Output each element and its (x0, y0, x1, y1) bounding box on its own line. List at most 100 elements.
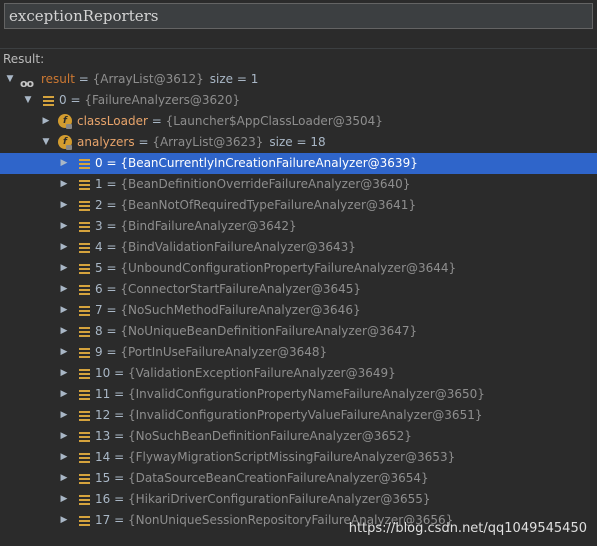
list-item-icon (79, 495, 90, 505)
tree-row-text: 10 = {ValidationExceptionFailureAnalyzer… (95, 363, 396, 384)
item-index: 14 (95, 450, 111, 464)
tree-row-analyzer-0[interactable]: ▶ 0 = {BeanCurrentlyInCreationFailureAnal… (0, 153, 597, 174)
item-value: {BeanDefinitionOverrideFailureAnalyzer@3… (120, 177, 411, 191)
item-index: 0 (95, 156, 103, 170)
variable-name: result (41, 72, 75, 86)
item-value: {BindValidationFailureAnalyzer@3643} (120, 240, 356, 254)
item-value: {InvalidConfigurationPropertyNameFailure… (127, 387, 485, 401)
tree-row-analyzer-4[interactable]: ▶ 4 = {BindValidationFailureAnalyzer@3643… (0, 237, 597, 258)
list-item-icon (79, 264, 90, 274)
tree-row-analyzer-5[interactable]: ▶ 5 = {UnboundConfigurationPropertyFailur… (0, 258, 597, 279)
equals-sign: = (110, 492, 128, 506)
item-index: 3 (95, 219, 103, 233)
tree-row-analyzer-8[interactable]: ▶ 8 = {NoUniqueBeanDefinitionFailureAnaly… (0, 321, 597, 342)
item-value: {HikariDriverConfigurationFailureAnalyze… (127, 492, 431, 506)
tree-row-item-0[interactable]: ▼ 0 = {FailureAnalyzers@3620} (0, 90, 597, 111)
item-index: 15 (95, 471, 111, 485)
tree-row-text: 14 = {FlywayMigrationScriptMissingFailur… (95, 447, 455, 468)
tree-row-text: 8 = {NoUniqueBeanDefinitionFailureAnalyz… (95, 321, 417, 342)
tree-row-analyzer-6[interactable]: ▶ 6 = {ConnectorStartFailureAnalyzer@3645… (0, 279, 597, 300)
expanded-arrow-icon[interactable]: ▼ (40, 132, 52, 153)
equals-sign: = (102, 345, 121, 359)
collapsed-arrow-icon[interactable]: ▶ (58, 405, 70, 426)
expanded-arrow-icon[interactable]: ▼ (22, 90, 34, 111)
collapsed-arrow-icon[interactable]: ▶ (58, 279, 70, 300)
equals-sign: = (102, 177, 121, 191)
tree-row-classloader[interactable]: ▶ f classLoader = {Launcher$AppClassLoad… (0, 111, 597, 132)
field-size: size = 18 (269, 135, 326, 149)
tree-row-text: 1 = {BeanDefinitionOverrideFailureAnalyz… (95, 174, 410, 195)
collapsed-arrow-icon[interactable]: ▶ (58, 258, 70, 279)
lock-icon (66, 124, 72, 129)
collapsed-arrow-icon[interactable]: ▶ (58, 342, 70, 363)
collapsed-arrow-icon[interactable]: ▶ (58, 363, 70, 384)
equals-sign: = (74, 72, 93, 86)
item-value: {NoUniqueBeanDefinitionFailureAnalyzer@3… (120, 324, 418, 338)
collapsed-arrow-icon[interactable]: ▶ (58, 510, 70, 531)
tree-row-text: 11 = {InvalidConfigurationPropertyNameFa… (95, 384, 485, 405)
tree-row-text: classLoader = {Launcher$AppClassLoader@3… (77, 111, 383, 132)
collapsed-arrow-icon[interactable]: ▶ (58, 237, 70, 258)
collapsed-arrow-icon[interactable]: ▶ (58, 384, 70, 405)
collapsed-arrow-icon[interactable]: ▶ (58, 216, 70, 237)
tree-row-analyzer-15[interactable]: ▶ 15 = {DataSourceBeanCreationFailureAnal… (0, 468, 597, 489)
item-value: {UnboundConfigurationPropertyFailureAnal… (120, 261, 457, 275)
collapsed-arrow-icon[interactable]: ▶ (58, 468, 70, 489)
tree-row-analyzer-14[interactable]: ▶ 14 = {FlywayMigrationScriptMissingFailu… (0, 447, 597, 468)
item-value: {FlywayMigrationScriptMissingFailureAnal… (127, 450, 456, 464)
equals-sign: = (147, 114, 166, 128)
item-value: {FailureAnalyzers@3620} (84, 93, 241, 107)
tree-row-analyzer-12[interactable]: ▶ 12 = {InvalidConfigurationPropertyValue… (0, 405, 597, 426)
item-value: {ValidationExceptionFailureAnalyzer@3649… (127, 366, 396, 380)
collapsed-arrow-icon[interactable]: ▶ (58, 300, 70, 321)
collapsed-arrow-icon[interactable]: ▶ (58, 447, 70, 468)
list-item-icon (79, 201, 90, 211)
collapsed-arrow-icon[interactable]: ▶ (40, 111, 52, 132)
collapsed-arrow-icon[interactable]: ▶ (58, 321, 70, 342)
equals-sign: = (102, 282, 121, 296)
item-value: {BeanNotOfRequiredTypeFailureAnalyzer@36… (120, 198, 417, 212)
collapsed-arrow-icon[interactable]: ▶ (58, 489, 70, 510)
tree-row-analyzer-10[interactable]: ▶ 10 = {ValidationExceptionFailureAnalyze… (0, 363, 597, 384)
tree-row-analyzer-7[interactable]: ▶ 7 = {NoSuchMethodFailureAnalyzer@3646} (0, 300, 597, 321)
watermark: https://blog.csdn.net/qq1049545450 (348, 521, 587, 536)
list-item-icon (79, 453, 90, 463)
collapsed-arrow-icon[interactable]: ▶ (58, 195, 70, 216)
tree-row-analyzer-1[interactable]: ▶ 1 = {BeanDefinitionOverrideFailureAnaly… (0, 174, 597, 195)
tree-row-analyzer-16[interactable]: ▶ 16 = {HikariDriverConfigurationFailureA… (0, 489, 597, 510)
item-value: {NoSuchMethodFailureAnalyzer@3646} (120, 303, 361, 317)
item-value: {NoSuchBeanDefinitionFailureAnalyzer@365… (127, 429, 412, 443)
list-item-icon (79, 432, 90, 442)
tree-row-analyzers[interactable]: ▼ f analyzers = {ArrayList@3623} size = 1… (0, 132, 597, 153)
item-index: 4 (95, 240, 103, 254)
expression-input[interactable]: exceptionReporters (4, 3, 593, 29)
equals-sign: = (110, 450, 128, 464)
collapsed-arrow-icon[interactable]: ▶ (58, 174, 70, 195)
watch-glasses-icon: oo (20, 77, 34, 90)
equals-sign: = (102, 303, 121, 317)
list-item-icon (79, 327, 90, 337)
collapsed-arrow-icon[interactable]: ▶ (58, 426, 70, 447)
item-index: 5 (95, 261, 103, 275)
item-value: {InvalidConfigurationPropertyValueFailur… (127, 408, 483, 422)
tree-row-analyzer-13[interactable]: ▶ 13 = {NoSuchBeanDefinitionFailureAnalyz… (0, 426, 597, 447)
result-label: Result: (3, 52, 45, 66)
item-index: 7 (95, 303, 103, 317)
tree-row-analyzer-11[interactable]: ▶ 11 = {InvalidConfigurationPropertyNameF… (0, 384, 597, 405)
field-value: {ArrayList@3623} (152, 135, 264, 149)
list-item-icon (43, 96, 54, 106)
variable-size: size = 1 (209, 72, 259, 86)
list-item-icon (79, 369, 90, 379)
equals-sign: = (102, 261, 121, 275)
list-item-icon (79, 285, 90, 295)
list-item-icon (79, 159, 90, 169)
item-index: 13 (95, 429, 111, 443)
tree-row-analyzer-2[interactable]: ▶ 2 = {BeanNotOfRequiredTypeFailureAnalyz… (0, 195, 597, 216)
tree-row-result[interactable]: ▼ oo result = {ArrayList@3612} size = 1 (0, 69, 597, 90)
tree-row-analyzer-9[interactable]: ▶ 9 = {PortInUseFailureAnalyzer@3648} (0, 342, 597, 363)
list-item-icon (79, 180, 90, 190)
item-index: 6 (95, 282, 103, 296)
collapsed-arrow-icon[interactable]: ▶ (58, 153, 70, 174)
tree-row-analyzer-3[interactable]: ▶ 3 = {BindFailureAnalyzer@3642} (0, 216, 597, 237)
expanded-arrow-icon[interactable]: ▼ (4, 69, 16, 90)
